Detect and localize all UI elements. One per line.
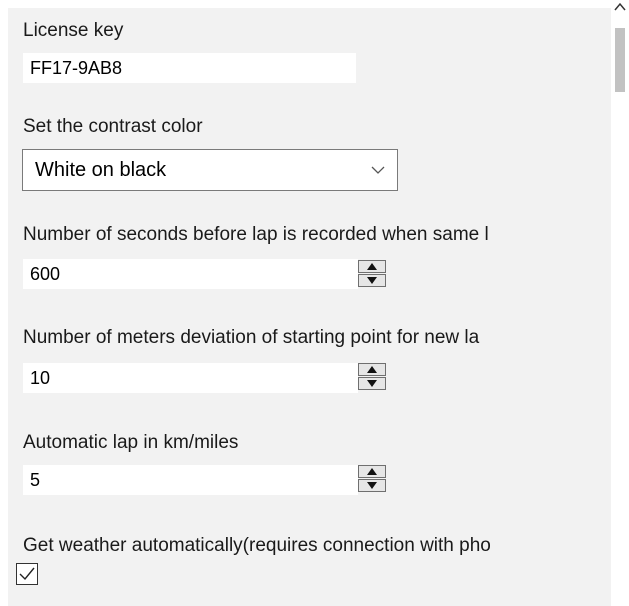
weather-auto-label: Get weather automatically(requires conne… bbox=[23, 535, 491, 556]
triangle-down-icon bbox=[367, 380, 377, 387]
contrast-color-select[interactable]: White on black bbox=[22, 149, 398, 191]
triangle-up-icon bbox=[367, 263, 377, 270]
license-key-label: License key bbox=[23, 20, 124, 41]
meters-deviation-input[interactable]: 10 bbox=[23, 363, 358, 393]
contrast-color-label: Set the contrast color bbox=[23, 116, 203, 137]
automatic-lap-label: Automatic lap in km/miles bbox=[23, 432, 239, 453]
automatic-lap-input[interactable]: 5 bbox=[23, 465, 358, 495]
automatic-lap-stepper[interactable] bbox=[358, 464, 388, 494]
scrollbar-thumb[interactable] bbox=[615, 28, 625, 92]
meters-deviation-decrement-button[interactable] bbox=[358, 377, 386, 390]
triangle-down-icon bbox=[367, 482, 377, 489]
meters-deviation-increment-button[interactable] bbox=[358, 363, 386, 376]
triangle-down-icon bbox=[367, 277, 377, 284]
chevron-down-icon bbox=[371, 166, 385, 174]
meters-deviation-label: Number of meters deviation of starting p… bbox=[23, 327, 480, 348]
checkmark-icon bbox=[19, 567, 35, 581]
meters-deviation-stepper[interactable] bbox=[358, 362, 388, 392]
scroll-up-arrow-icon[interactable] bbox=[614, 2, 626, 12]
seconds-before-lap-label: Number of seconds before lap is recorded… bbox=[23, 224, 489, 245]
triangle-up-icon bbox=[367, 468, 377, 475]
seconds-before-lap-input[interactable]: 600 bbox=[23, 259, 358, 289]
seconds-before-lap-stepper[interactable] bbox=[358, 259, 388, 289]
weather-auto-checkbox[interactable] bbox=[16, 563, 38, 585]
seconds-before-lap-increment-button[interactable] bbox=[358, 260, 386, 273]
triangle-up-icon bbox=[367, 366, 377, 373]
seconds-before-lap-decrement-button[interactable] bbox=[358, 274, 386, 287]
settings-panel: License key FF17-9AB8 Set the contrast c… bbox=[8, 8, 611, 606]
license-key-field[interactable]: FF17-9AB8 bbox=[23, 53, 356, 83]
automatic-lap-increment-button[interactable] bbox=[358, 465, 386, 478]
contrast-color-selected-value: White on black bbox=[35, 159, 167, 181]
vertical-scrollbar[interactable] bbox=[611, 0, 629, 606]
automatic-lap-decrement-button[interactable] bbox=[358, 479, 386, 492]
